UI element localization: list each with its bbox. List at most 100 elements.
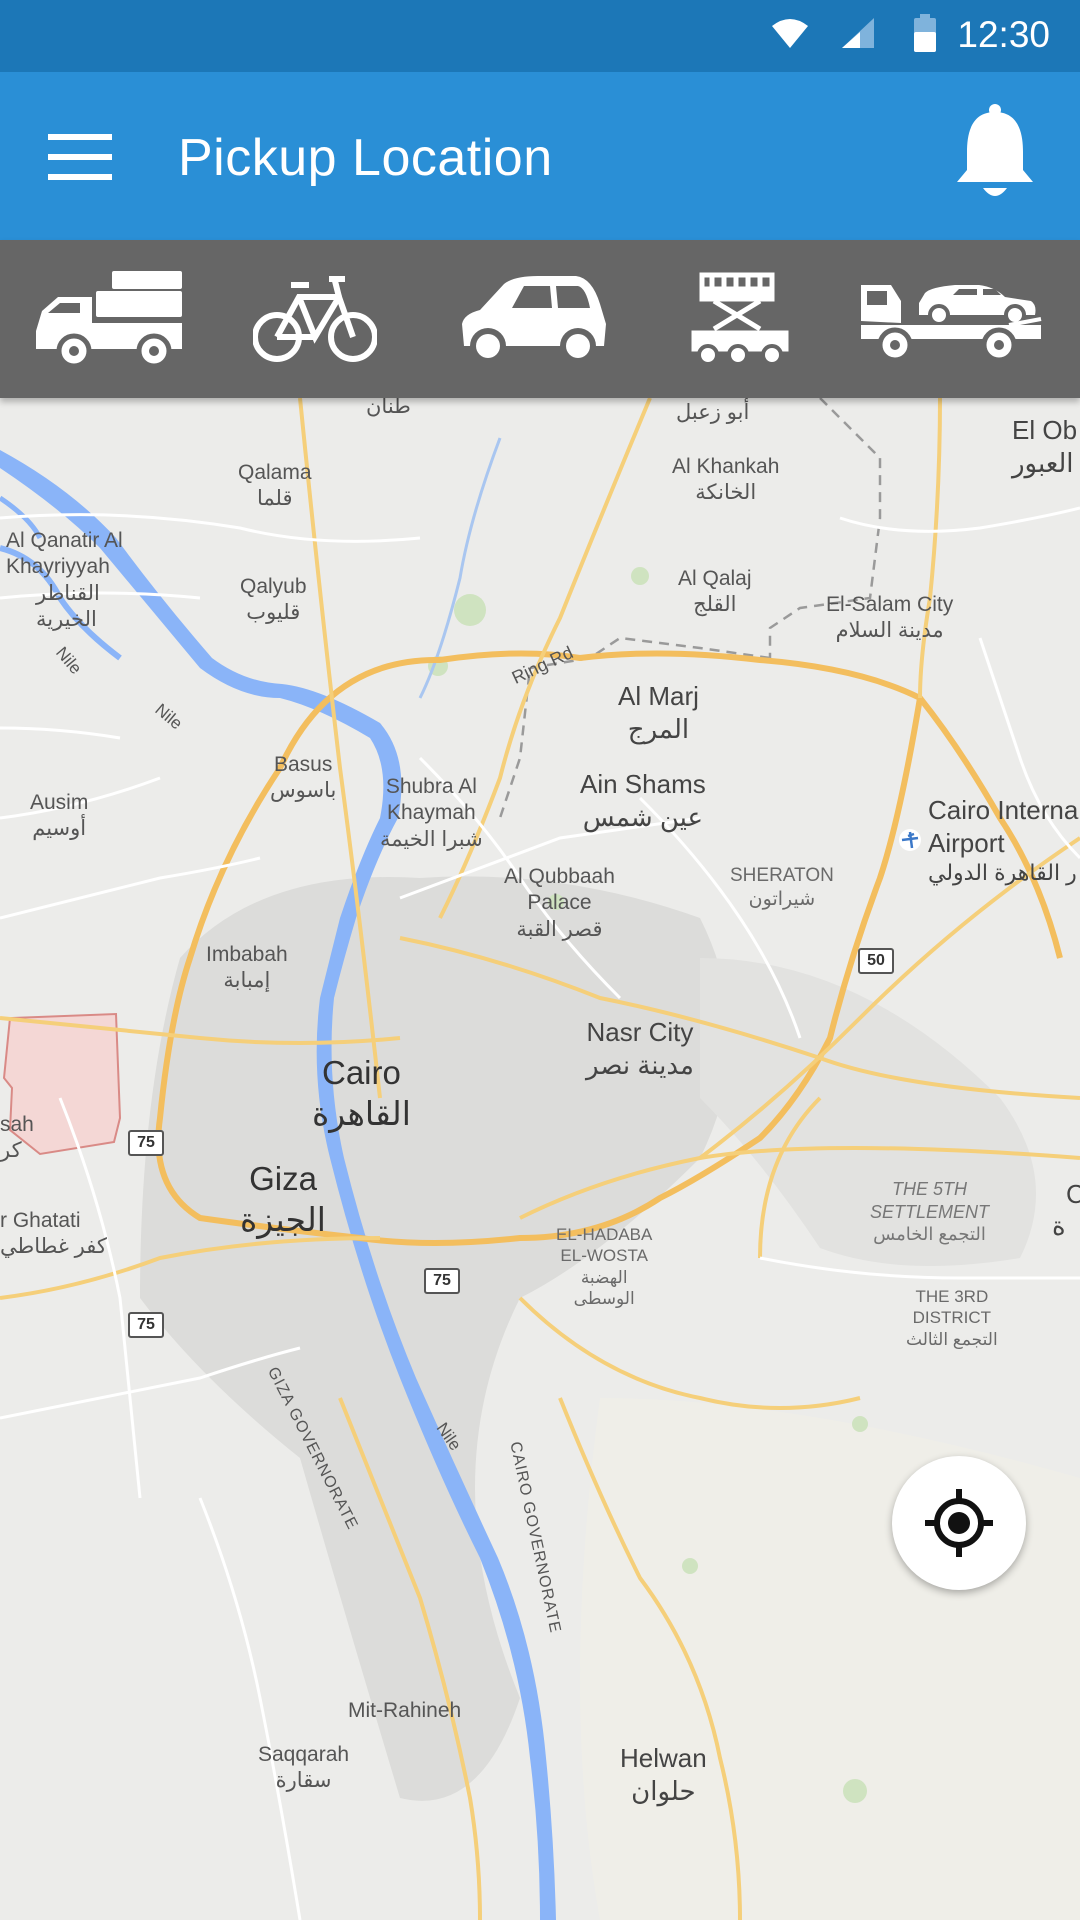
map-label-hadaba-ar2: الوسطى [573, 1288, 635, 1308]
map-label-qalyub-ar: قليوب [246, 601, 301, 625]
map-label-khankah-ar: الخانكة [695, 481, 757, 505]
map-label-qubbaah-ar: قصر القبة [516, 917, 603, 941]
map-label-ausim: Ausim أوسيم [30, 790, 88, 843]
route-shield-50: 50 [858, 948, 894, 974]
map-label-sheraton-en: SHERATON [730, 865, 834, 886]
status-bar: 12:30 [0, 0, 1080, 72]
page-title: Pickup Location [178, 129, 553, 187]
map-label-el-obour: El Ob العبور [1012, 414, 1077, 479]
map-label-mit-rahineh: Mit-Rahineh [348, 1699, 462, 1722]
map-label-ain-shams-ar: عين شمس [582, 801, 704, 832]
map-label-qalama: Qalama قلما [238, 460, 312, 513]
map-label-qalaj: Al Qalaj القلج [678, 566, 752, 619]
battery-icon [914, 14, 936, 52]
map-label-shubra-en2: Khaymah [387, 801, 476, 825]
map-label-marj-en: Al Marj [618, 681, 699, 711]
route-shield-75-b: 75 [424, 1268, 460, 1294]
map-label-fifth-ar: التجمع الخامس [873, 1224, 986, 1244]
map-label-imbabah-en: Imbabah [206, 943, 288, 966]
map-label-third-district: THE 3RD DISTRICT التجمع الثالث [906, 1286, 998, 1350]
map-label-khankah: Al Khankah الخانكة [672, 454, 779, 507]
map-label-hadaba-wosta: EL-HADABA EL-WOSTA الهضبة الوسطى [556, 1224, 652, 1309]
map-label-al-marj: Al Marj المرج [618, 680, 699, 745]
map-label-shubra-en1: Shubra Al [385, 775, 477, 798]
map-label-salam-en: El-Salam City [826, 593, 954, 616]
map-label-nasr-ar: مدينة نصر [586, 1049, 694, 1080]
map-label-helwan-en: Helwan [620, 1743, 707, 1773]
map-label-tanan: طنان [366, 398, 411, 418]
vehicle-selector-bar [0, 240, 1080, 398]
map-label-sheraton: SHERATON شيراتون [730, 864, 834, 912]
signal-icon [842, 18, 874, 48]
app-bar: Pickup Location [0, 72, 1080, 240]
my-location-button[interactable] [892, 1456, 1026, 1590]
status-time: 12:30 [957, 14, 1050, 55]
vehicle-option-tow-truck[interactable] [858, 260, 1044, 378]
map-label-ain-shams-en: Ain Shams [580, 769, 706, 799]
map-label-giza-ar: الجيزة [240, 1201, 326, 1239]
map-label-fifth-en1: THE 5TH [892, 1179, 968, 1199]
map-label-third-en2: DISTRICT [912, 1308, 992, 1328]
map-label-sheraton-ar: شيراتون [748, 888, 816, 910]
map-label-airport-ar: ر القاهرة الدولي [928, 860, 1077, 885]
map-label-shubra: Shubra Al Khaymah شبرا الخيمة [380, 774, 483, 853]
notifications-button[interactable] [950, 100, 1040, 210]
tow-truck-icon [861, 285, 1042, 363]
airport-icon [899, 829, 921, 851]
route-shield-75-a: 75 [128, 1130, 164, 1156]
map-label-qalyub: Qalyub قليوب [240, 574, 307, 627]
map-label-qalama-ar: قلما [257, 487, 293, 511]
map-label-nasr-city: Nasr City مدينة نصر [586, 1016, 694, 1081]
map-label-nasr-en: Nasr City [586, 1017, 694, 1047]
crosshair-location-icon [925, 1489, 993, 1557]
map-label-abu-zaabal: أبو زعبل [676, 401, 750, 424]
map-label-giza-en: Giza [249, 1160, 317, 1197]
map-label-helwan: Helwan حلوان [620, 1742, 707, 1807]
map-label-ausim-ar: أوسيم [32, 817, 87, 841]
map-label-qubbaah: Al Qubbaah Palace قصر القبة [504, 864, 615, 943]
map-label-qanatir-ar1: القناطر [36, 581, 100, 605]
vehicle-option-car[interactable] [456, 260, 610, 378]
vehicle-option-scissor-lift[interactable] [688, 260, 792, 378]
map-label-basus: Basus باسوس [270, 752, 336, 805]
map-label-saqqarah-en: Saqqarah [258, 1743, 350, 1766]
map-label-qubbaah-en1: Al Qubbaah [504, 865, 615, 888]
map-label-third-ar: التجمع الثالث [906, 1329, 998, 1349]
map-label-ain-shams: Ain Shams عين شمس [580, 768, 706, 833]
map-label-third-en1: THE 3RD [915, 1287, 989, 1306]
map-label-imbabah: Imbabah إمبابة [206, 942, 288, 995]
map-label-el-obour-en: El Ob [1012, 415, 1078, 445]
map-label-khankah-en: Al Khankah [672, 455, 780, 478]
map-label-qalaj-ar: القلج [693, 593, 737, 617]
map-label-airport-en2: Airport [928, 827, 1005, 858]
pickup-truck-icon [36, 271, 182, 367]
menu-button[interactable] [40, 124, 120, 188]
map-label-qubbaah-en2: Palace [527, 891, 592, 915]
map-label-saqqarah: Saqqarah سقارة [258, 1742, 349, 1795]
map-label-airport-en1: Cairo Interna [928, 795, 1079, 825]
map-label-qanatir-en2: Khayriyyah [6, 555, 110, 579]
map-label-imbabah-ar: إمبابة [223, 969, 271, 993]
map-label-giza: Giza الجيزة [240, 1158, 326, 1241]
map-label-saqqarah-ar: سقارة [275, 1769, 332, 1793]
map-label-ausim-en: Ausim [30, 791, 89, 814]
map-label-qanatir-en1: Al Qanatir Al [6, 529, 123, 552]
vehicle-option-pickup-truck[interactable] [34, 260, 188, 378]
map-label-qalaj-en: Al Qalaj [678, 567, 752, 590]
map-label-el-obour-ar: العبور [1012, 447, 1074, 478]
map-view[interactable]: طنان أبو زعبل El Ob العبور Qalama قلما A… [0, 398, 1080, 1920]
map-label-ghatati-ar: كفر غطاطي [0, 1235, 107, 1259]
map-label-marj-ar: المرج [627, 713, 690, 744]
map-label-hadaba-en1: EL-HADABA [556, 1225, 653, 1244]
car-icon [462, 276, 606, 364]
map-label-kur-ar: كر [0, 1139, 22, 1163]
map-label-airport: Cairo Interna Airport ر القاهرة الدولي [928, 794, 1078, 887]
hamburger-menu-icon [48, 134, 112, 180]
bicycle-icon [253, 276, 377, 362]
map-label-edge-ar: ة [1052, 1211, 1066, 1241]
map-label-helwan-ar: حلوان [631, 1775, 696, 1806]
map-label-fifth-en2: SETTLEMENT [870, 1201, 990, 1222]
map-label-salam-city: El-Salam City مدينة السلام [826, 592, 953, 645]
vehicle-option-bicycle[interactable] [252, 260, 378, 378]
scissor-lift-icon [691, 272, 789, 366]
